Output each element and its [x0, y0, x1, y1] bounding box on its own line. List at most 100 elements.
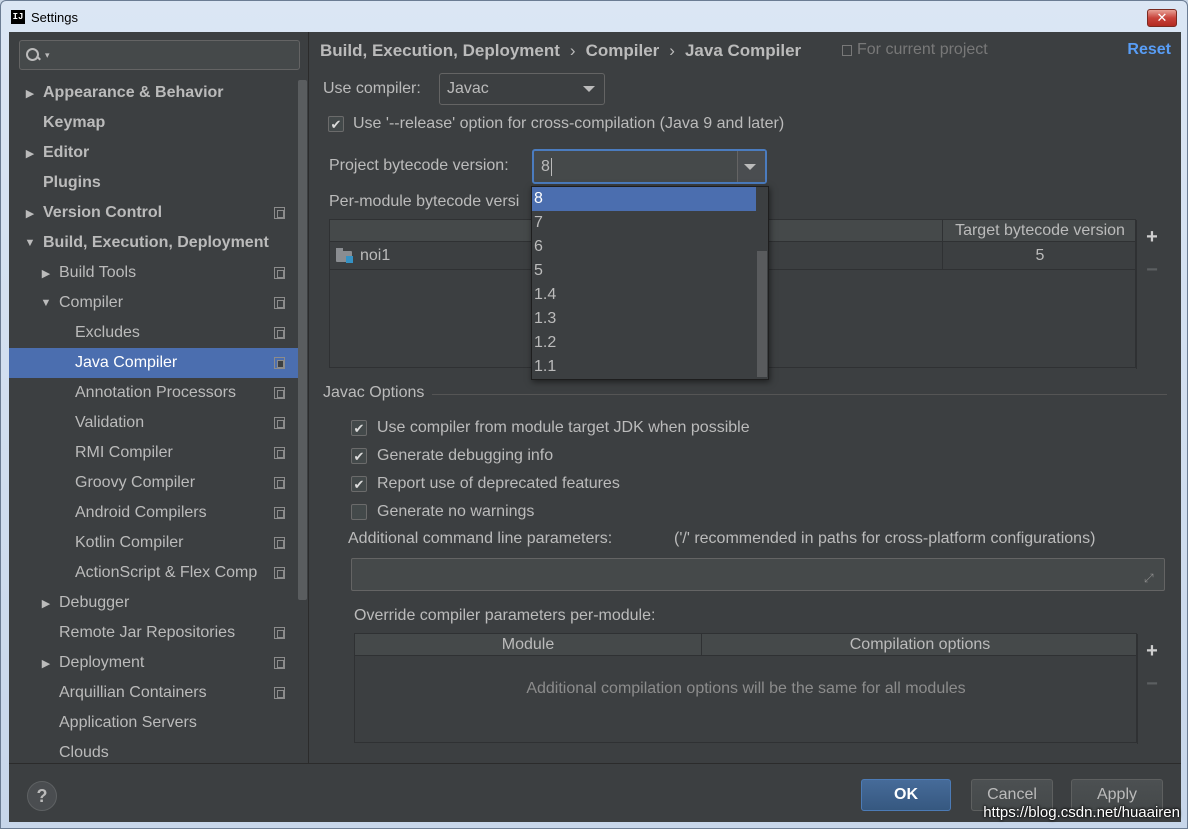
- sidebar-item-label: Annotation Processors: [75, 384, 236, 401]
- use-compiler-select[interactable]: Javac: [439, 73, 605, 105]
- expanded-arrow-icon[interactable]: ▼: [39, 297, 53, 309]
- target-bytecode-value[interactable]: 5: [943, 242, 1137, 270]
- sidebar-item[interactable]: Arquillian Containers: [9, 678, 299, 708]
- sidebar-item-label: Android Compilers: [75, 504, 207, 521]
- sidebar-item[interactable]: Kotlin Compiler: [9, 528, 299, 558]
- intellij-app-icon: IJ: [11, 10, 25, 24]
- javac-option-label: Generate no warnings: [377, 503, 535, 520]
- dropdown-option[interactable]: 1.3: [532, 307, 756, 331]
- sidebar-item[interactable]: Plugins: [9, 168, 299, 198]
- sidebar-item[interactable]: ▶ Appearance & Behavior: [9, 78, 299, 108]
- sidebar-item-label: Clouds: [59, 744, 109, 761]
- search-dropdown-icon: ▾: [45, 49, 50, 60]
- dropdown-option[interactable]: 1.4: [532, 283, 756, 307]
- project-scope-icon: [274, 507, 285, 519]
- bytecode-version-select[interactable]: 8: [532, 149, 767, 184]
- dropdown-option[interactable]: 1.1: [532, 355, 756, 379]
- module-column-header[interactable]: Module: [355, 634, 701, 656]
- dropdown-option[interactable]: 5: [532, 259, 756, 283]
- checkmark-icon: ✔: [353, 476, 365, 492]
- bytecode-version-dropdown[interactable]: 8 7 6 5 1.4 1.3 1.2 1.1: [531, 186, 769, 380]
- reset-link[interactable]: Reset: [1127, 41, 1171, 59]
- release-option-checkbox[interactable]: ✔: [328, 116, 344, 132]
- javac-option-checkbox[interactable]: ✔: [351, 420, 367, 436]
- close-icon: ✕: [1156, 10, 1168, 25]
- dropdown-option[interactable]: 1.2: [532, 331, 756, 355]
- dropdown-option[interactable]: 8: [532, 187, 756, 211]
- remove-override-button[interactable]: −: [1142, 674, 1162, 694]
- sidebar-item[interactable]: Excludes: [9, 318, 299, 348]
- javac-option-label: Generate debugging info: [377, 447, 554, 464]
- project-scope-icon: [274, 267, 285, 279]
- add-override-button[interactable]: +: [1142, 641, 1162, 661]
- dropdown-option[interactable]: 6: [532, 235, 756, 259]
- compilation-options-column-header[interactable]: Compilation options: [702, 634, 1138, 656]
- close-button[interactable]: ✕: [1147, 9, 1177, 27]
- dropdown-scroll-thumb[interactable]: [757, 251, 767, 377]
- project-scope-icon: [274, 687, 285, 699]
- sidebar-item-label: Version Control: [43, 204, 163, 221]
- sidebar-item[interactable]: ▶ Debugger: [9, 588, 299, 618]
- sidebar-item[interactable]: Keymap: [9, 108, 299, 138]
- javac-option-checkbox[interactable]: [351, 504, 367, 520]
- sidebar-item[interactable]: ▼ Build, Execution, Deployment: [9, 228, 299, 258]
- override-params-table[interactable]: Module Compilation options Additional co…: [354, 633, 1138, 744]
- sidebar-item[interactable]: ▶ Deployment: [9, 648, 299, 678]
- sidebar-item[interactable]: Validation: [9, 408, 299, 438]
- sidebar-item[interactable]: Annotation Processors: [9, 378, 299, 408]
- remove-module-button[interactable]: −: [1142, 260, 1162, 280]
- sidebar-item[interactable]: RMI Compiler: [9, 438, 299, 468]
- sidebar-item[interactable]: ▶ Editor: [9, 138, 299, 168]
- title-bar: IJ Settings ✕: [1, 1, 1187, 33]
- per-module-bytecode-label: Per-module bytecode versi: [329, 193, 520, 210]
- help-button[interactable]: ?: [27, 781, 57, 811]
- collapsed-arrow-icon[interactable]: ▶: [39, 597, 53, 610]
- collapsed-arrow-icon[interactable]: ▶: [23, 87, 37, 100]
- collapsed-arrow-icon[interactable]: ▶: [23, 147, 37, 160]
- additional-params-input[interactable]: ⤢: [351, 558, 1165, 591]
- collapsed-arrow-icon[interactable]: ▶: [39, 657, 53, 670]
- sidebar-item-label: Application Servers: [59, 714, 197, 731]
- javac-option-checkbox[interactable]: ✔: [351, 476, 367, 492]
- project-scope-icon: [274, 417, 285, 429]
- checkmark-icon: ✔: [353, 448, 365, 464]
- module-folder-icon: [336, 248, 354, 263]
- target-bytecode-column-header[interactable]: Target bytecode version: [943, 220, 1137, 242]
- settings-search-input[interactable]: ▾: [19, 40, 300, 70]
- sidebar-item[interactable]: ActionScript & Flex Comp: [9, 558, 299, 588]
- dropdown-scrollbar[interactable]: [756, 187, 768, 379]
- search-icon: [26, 47, 44, 63]
- sidebar-item[interactable]: ▼ Compiler: [9, 288, 299, 318]
- project-scope-icon: [842, 44, 852, 56]
- dropdown-option[interactable]: 7: [532, 211, 756, 235]
- ok-button[interactable]: OK: [861, 779, 951, 811]
- sidebar-item[interactable]: ▶ Build Tools: [9, 258, 299, 288]
- project-scope-icon: [274, 327, 285, 339]
- text-cursor: [550, 157, 552, 176]
- project-scope-icon: [274, 567, 285, 579]
- project-scope-icon: [274, 447, 285, 459]
- project-scope-icon: [274, 207, 285, 219]
- sidebar-item[interactable]: Application Servers: [9, 708, 299, 738]
- collapsed-arrow-icon[interactable]: ▶: [39, 267, 53, 280]
- javac-option-label: Report use of deprecated features: [377, 475, 620, 492]
- sidebar-item-label: RMI Compiler: [75, 444, 173, 461]
- javac-option-checkbox[interactable]: ✔: [351, 448, 367, 464]
- sidebar-item[interactable]: Android Compilers: [9, 498, 299, 528]
- sidebar-item-label: Groovy Compiler: [75, 474, 196, 491]
- javac-option-label: Use compiler from module target JDK when…: [377, 419, 750, 436]
- sidebar-item[interactable]: ▶ Version Control: [9, 198, 299, 228]
- sidebar-item[interactable]: Groovy Compiler: [9, 468, 299, 498]
- expanded-arrow-icon[interactable]: ▼: [23, 237, 37, 249]
- bytecode-version-value: 8: [541, 157, 550, 175]
- sidebar-scrollbar[interactable]: [298, 80, 307, 600]
- collapsed-arrow-icon[interactable]: ▶: [23, 207, 37, 220]
- add-module-button[interactable]: +: [1142, 227, 1162, 247]
- breadcrumb-part: Compiler: [585, 41, 660, 60]
- breadcrumb-part: Build, Execution, Deployment: [320, 41, 560, 60]
- javac-options-title: Javac Options: [323, 384, 425, 401]
- expand-icon[interactable]: ⤢: [1144, 571, 1158, 585]
- sidebar-item[interactable]: Java Compiler: [9, 348, 299, 378]
- sidebar-item[interactable]: Remote Jar Repositories: [9, 618, 299, 648]
- window-title: Settings: [31, 9, 78, 25]
